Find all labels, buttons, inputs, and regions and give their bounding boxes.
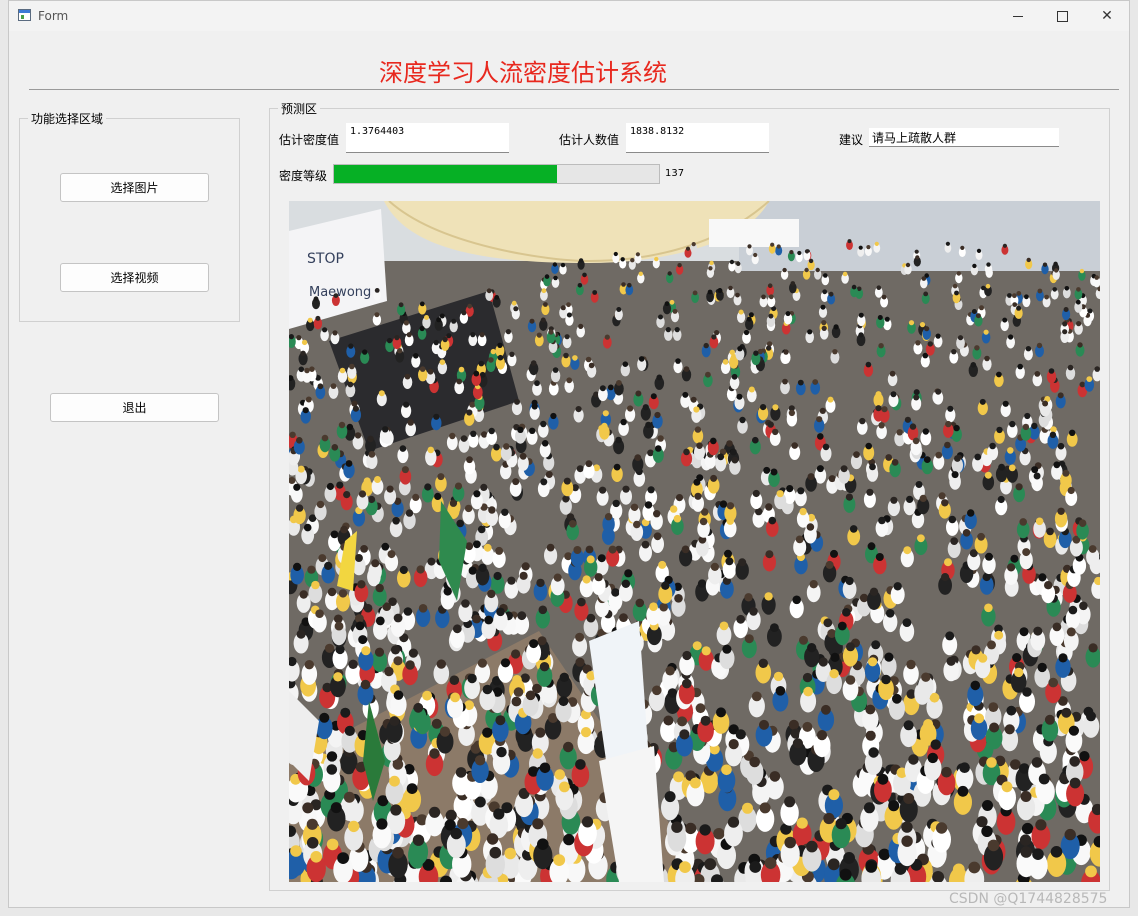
close-button[interactable]: ✕ bbox=[1084, 1, 1130, 31]
density-label: 估计密度值 bbox=[279, 133, 340, 147]
advice-field[interactable]: 请马上疏散人群 bbox=[869, 128, 1059, 147]
count-label: 估计人数值 bbox=[559, 133, 620, 147]
density-level-fill bbox=[334, 165, 557, 183]
count-value-field[interactable]: 1838.8132 bbox=[626, 123, 769, 153]
svg-text:Maewong: Maewong bbox=[309, 285, 371, 300]
density-level-progress bbox=[333, 164, 660, 184]
function-area-label: 功能选择区域 bbox=[28, 110, 107, 127]
maximize-button[interactable] bbox=[1039, 1, 1085, 31]
svg-text:STOP: STOP bbox=[307, 251, 344, 267]
exit-button[interactable]: 退出 bbox=[50, 393, 219, 422]
close-icon: ✕ bbox=[1101, 8, 1113, 24]
title-bar[interactable]: Form ✕ bbox=[9, 1, 1129, 31]
minimize-button[interactable] bbox=[995, 1, 1041, 31]
title-divider bbox=[29, 89, 1119, 90]
crowd-photo: STOP Maewong bbox=[289, 201, 1100, 882]
density-value-field[interactable]: 1.3764403 bbox=[346, 123, 509, 153]
crowd-photo-image: STOP Maewong bbox=[289, 201, 1100, 882]
level-label: 密度等级 bbox=[279, 169, 328, 183]
select-video-button[interactable]: 选择视频 bbox=[60, 263, 209, 292]
window-title: Form bbox=[38, 9, 69, 23]
maximize-icon bbox=[1056, 10, 1068, 22]
select-image-button[interactable]: 选择图片 bbox=[60, 173, 209, 202]
minimize-icon bbox=[1013, 15, 1023, 17]
advice-label: 建议 bbox=[839, 133, 864, 147]
prediction-area-label: 预测区 bbox=[278, 100, 321, 117]
density-level-text: 137 bbox=[665, 168, 685, 179]
page-title: 深度学习人流密度估计系统 bbox=[379, 59, 667, 87]
csdn-watermark: CSDN @Q1744828575 bbox=[949, 891, 1108, 907]
form-window: Form ✕ 深度学习人流密度估计系统 功能选择区域 选择图片 选择视频 退出 … bbox=[8, 0, 1130, 908]
form-app-icon bbox=[18, 9, 31, 21]
